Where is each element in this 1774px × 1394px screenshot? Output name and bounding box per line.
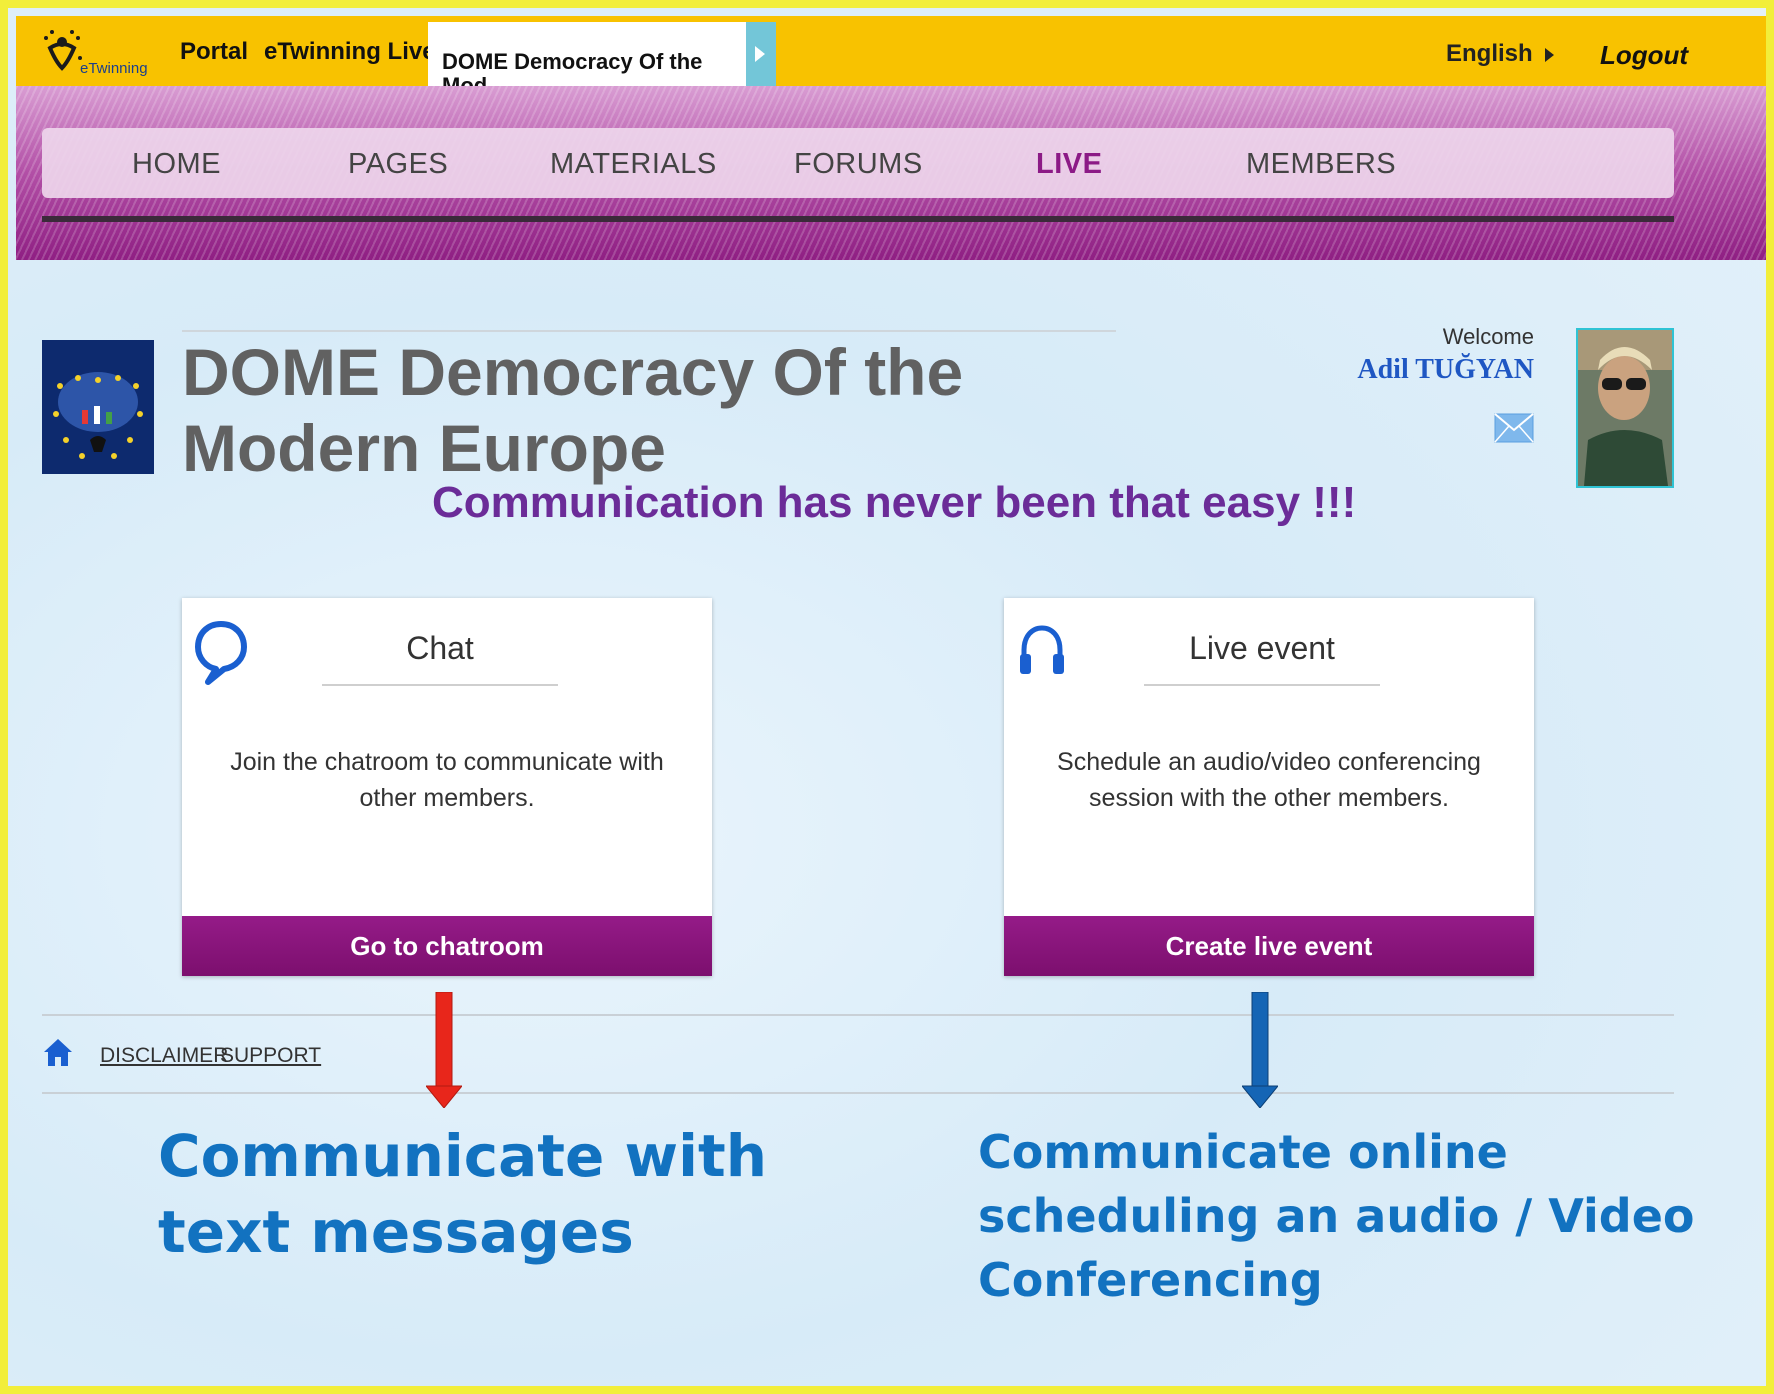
go-to-chatroom-button[interactable]: Go to chatroom: [182, 916, 712, 976]
etwinning-live-link[interactable]: eTwinning Live: [264, 38, 436, 66]
slogan: Communication has never been that easy !…: [432, 478, 1357, 527]
nav-materials[interactable]: MATERIALS: [550, 148, 717, 181]
live-event-card-description: Schedule an audio/video conferencing ses…: [1057, 748, 1481, 812]
headphones-icon: [1016, 618, 1070, 688]
chat-bubble-icon: [194, 618, 248, 688]
etwinning-logo-icon: [44, 30, 82, 71]
logout-link[interactable]: Logout: [1600, 40, 1688, 71]
etwinning-logo[interactable]: eTwinning: [40, 28, 170, 78]
triangle-right-icon: [1544, 47, 1554, 62]
project-title: DOME Democracy Of the Modern Europe: [182, 335, 964, 485]
chevron-right-icon: [755, 46, 765, 62]
header-band: HOME PAGES MATERIALS FORUMS LIVE MEMBERS: [16, 86, 1766, 260]
user-name[interactable]: Adil TUĞYAN: [1344, 354, 1534, 386]
slide-frame: eTwinning Portal eTwinning Live DOME Dem…: [0, 0, 1774, 1394]
nav-pages[interactable]: PAGES: [348, 148, 448, 181]
create-live-event-button[interactable]: Create live event: [1004, 916, 1534, 976]
chat-title-divider: [322, 684, 558, 686]
live-event-title-divider: [1144, 684, 1380, 686]
logo-text: eTwinning: [80, 60, 148, 77]
nav-members[interactable]: MEMBERS: [1246, 148, 1396, 181]
chat-card: Chat Join the chatroom to communicate wi…: [182, 598, 712, 976]
chat-card-description: Join the chatroom to communicate with ot…: [230, 748, 664, 812]
nav-home[interactable]: HOME: [132, 148, 221, 181]
footer-top-divider: [42, 1014, 1674, 1016]
tab-scroll-arrow[interactable]: [746, 22, 776, 86]
live-event-card: Live event Schedule an audio/video confe…: [1004, 598, 1534, 976]
nav-forums[interactable]: FORUMS: [794, 148, 923, 181]
chat-card-title: Chat: [406, 630, 474, 666]
main-nav: HOME PAGES MATERIALS FORUMS LIVE MEMBERS: [42, 128, 1674, 198]
project-logo-image: [42, 340, 154, 474]
title-divider: [182, 330, 1116, 332]
top-bar: eTwinning Portal eTwinning Live DOME Dem…: [16, 16, 1766, 98]
portal-link[interactable]: Portal: [180, 38, 248, 66]
language-selector[interactable]: English: [1446, 40, 1554, 68]
nav-divider: [42, 216, 1674, 222]
nav-live[interactable]: LIVE: [1036, 148, 1102, 181]
red-arrow-down: [424, 991, 464, 1113]
disclaimer-link[interactable]: DISCLAIMER: [100, 1044, 228, 1068]
support-link[interactable]: SUPPORT: [220, 1044, 321, 1068]
language-label: English: [1446, 40, 1533, 67]
blue-arrow-down: [1240, 991, 1280, 1113]
avatar[interactable]: [1576, 328, 1674, 488]
annotation-text-messages: Communicate with text messages: [158, 1122, 767, 1266]
mail-icon[interactable]: [1494, 408, 1534, 448]
footer-bottom-divider: [42, 1092, 1674, 1094]
annotation-video-conferencing: Communicate online scheduling an audio /…: [978, 1125, 1695, 1307]
live-event-card-title: Live event: [1189, 630, 1335, 666]
home-icon[interactable]: [42, 1036, 74, 1068]
project-tab[interactable]: DOME Democracy Of the Mod...: [428, 22, 746, 98]
welcome-label: Welcome: [1442, 324, 1534, 349]
